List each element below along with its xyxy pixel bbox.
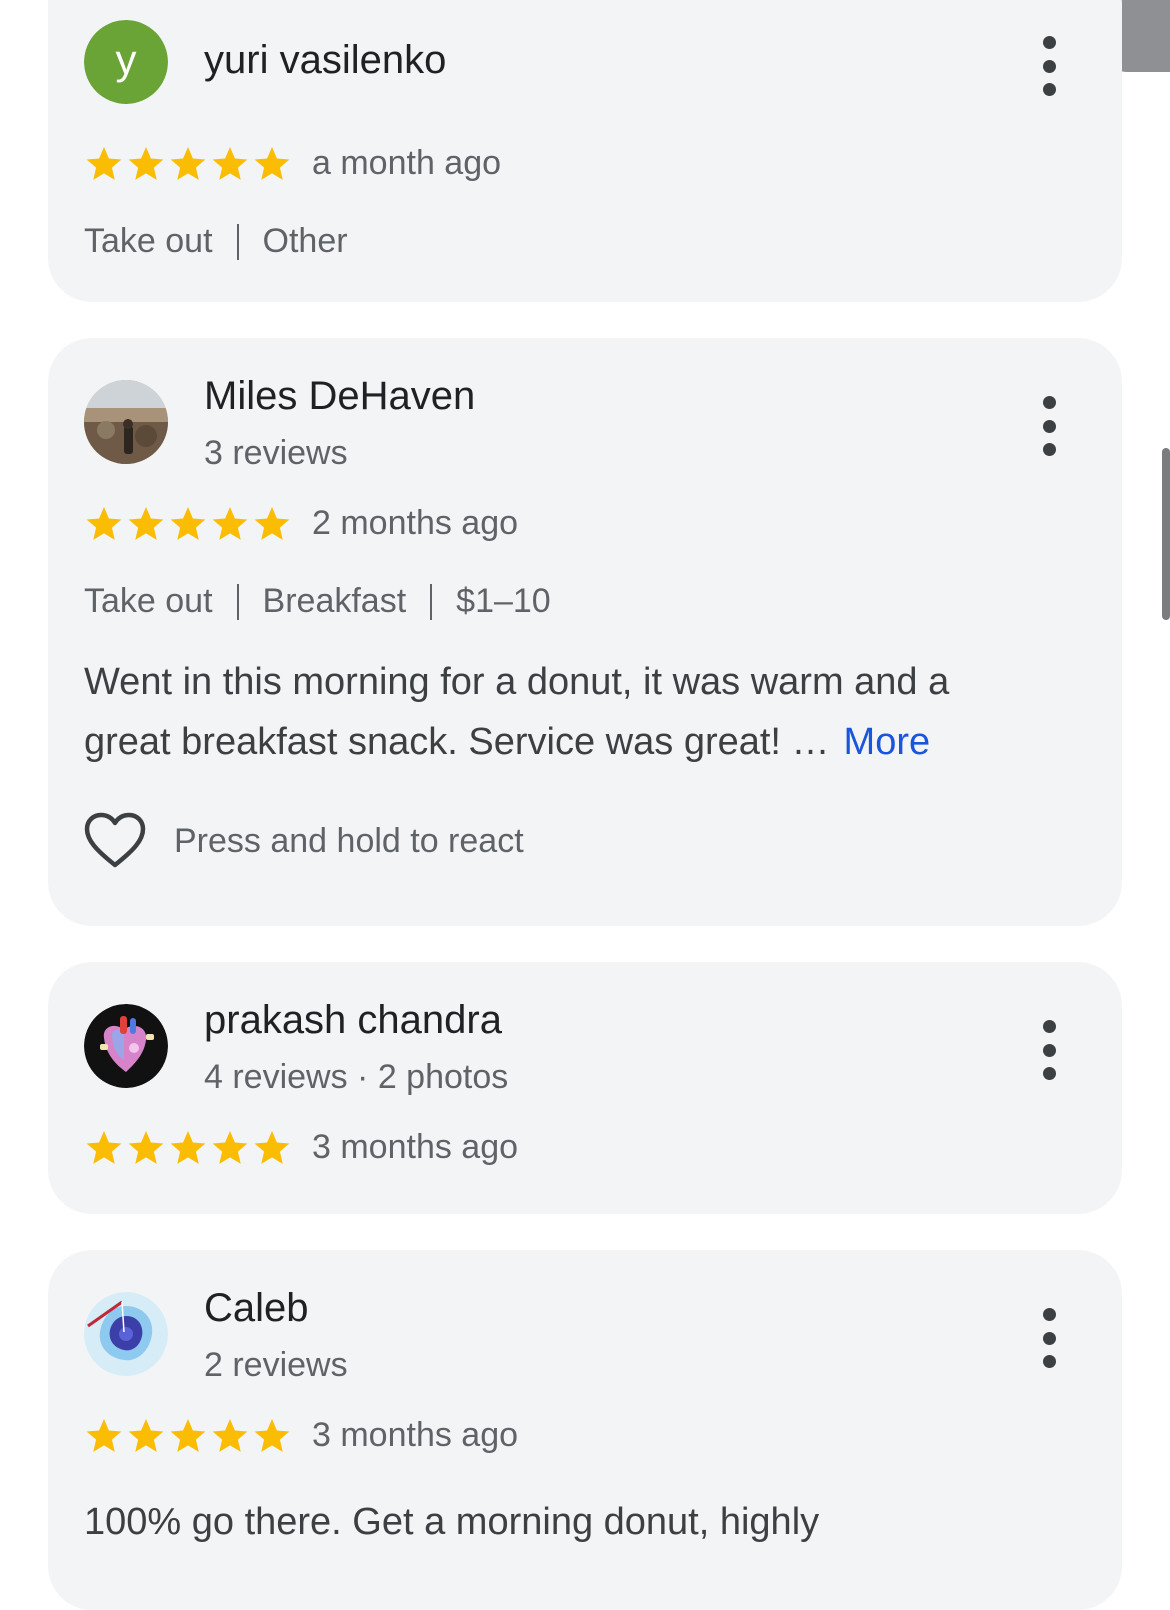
avatar-letter: y — [116, 36, 137, 83]
review-card: Miles DeHaven 3 reviews 2 months ago Tak… — [48, 338, 1122, 926]
tag-price: $1–10 — [456, 582, 551, 620]
review-time: 3 months ago — [312, 1128, 519, 1166]
review-text-line: Went in this morning for a donut, it was… — [84, 661, 950, 703]
star-icon — [128, 507, 164, 540]
star-icon — [170, 1419, 206, 1452]
more-options-icon[interactable] — [1034, 36, 1064, 96]
reviewer-stats[interactable]: 4 reviews · 2 photos — [204, 1058, 508, 1097]
avatar[interactable] — [84, 380, 168, 464]
tag-divider — [236, 223, 239, 260]
star-icon — [212, 147, 248, 180]
tag-service: Take out — [84, 222, 213, 260]
star-icon — [212, 1419, 248, 1452]
review-tags: Take out Breakfast $1–10 — [84, 582, 551, 621]
tag-meal: Breakfast — [262, 582, 407, 620]
more-options-icon[interactable] — [1034, 1020, 1064, 1080]
review-time: 3 months ago — [312, 1416, 519, 1454]
scrollbar[interactable] — [1162, 448, 1170, 620]
star-icon — [212, 507, 248, 540]
review-text-line: 100% go there. Get a morning donut, high… — [84, 1501, 820, 1543]
star-rating — [84, 504, 292, 544]
tag-service: Take out — [84, 582, 213, 620]
react-label: Press and hold to react — [174, 821, 524, 860]
star-icon — [170, 507, 206, 540]
tag-divider — [236, 583, 239, 620]
reviewer-name[interactable]: Miles DeHaven — [204, 374, 475, 419]
review-text: 100% go there. Get a morning donut, high… — [84, 1492, 1084, 1552]
review-text: Went in this morning for a donut, it was… — [84, 652, 1084, 772]
landscape-photo-avatar-icon — [84, 380, 168, 464]
review-card: prakash chandra 4 reviews · 2 photos 3 m… — [48, 962, 1122, 1214]
star-icon — [86, 507, 122, 540]
star-icon — [254, 147, 290, 180]
heart-anatomy-avatar-icon — [84, 1004, 168, 1088]
review-time: 2 months ago — [312, 504, 519, 542]
avatar[interactable]: y — [84, 20, 168, 104]
avatar[interactable] — [84, 1292, 168, 1376]
reviewer-stats[interactable]: 3 reviews — [204, 434, 348, 473]
tag-divider — [430, 583, 433, 620]
more-options-icon[interactable] — [1034, 396, 1064, 456]
star-rating — [84, 144, 292, 184]
star-icon — [254, 1419, 290, 1452]
avatar[interactable] — [84, 1004, 168, 1088]
star-icon — [128, 1131, 164, 1164]
review-card: Caleb 2 reviews 3 months ago 100% go the… — [48, 1250, 1122, 1610]
reviewer-stats[interactable]: 2 reviews — [204, 1346, 348, 1385]
star-icon — [212, 1131, 248, 1164]
review-time: a month ago — [312, 144, 502, 182]
review-tags: Take out Other — [84, 222, 348, 261]
review-card: y yuri vasilenko a month ago Take out Ot… — [48, 0, 1122, 302]
more-options-icon[interactable] — [1034, 1308, 1064, 1368]
star-rating — [84, 1128, 292, 1168]
reviewer-name[interactable]: Caleb — [204, 1286, 309, 1331]
more-link[interactable]: More — [844, 721, 931, 763]
avatar-letter-icon: y — [84, 20, 168, 104]
star-icon — [86, 147, 122, 180]
review-text-line: great breakfast snack. Service was great… — [84, 721, 830, 763]
star-icon — [128, 147, 164, 180]
star-icon — [86, 1131, 122, 1164]
cell-illustration-avatar-icon — [84, 1292, 168, 1376]
tag-meal: Other — [262, 222, 348, 260]
star-icon — [254, 507, 290, 540]
star-icon — [170, 147, 206, 180]
star-icon — [86, 1419, 122, 1452]
star-icon — [170, 1131, 206, 1164]
heart-outline-icon — [84, 812, 146, 868]
star-rating — [84, 1416, 292, 1456]
reviewer-name[interactable]: yuri vasilenko — [204, 38, 446, 83]
reviewer-name[interactable]: prakash chandra — [204, 998, 502, 1043]
star-icon — [254, 1131, 290, 1164]
react-button[interactable]: Press and hold to react — [84, 812, 524, 870]
star-icon — [128, 1419, 164, 1452]
